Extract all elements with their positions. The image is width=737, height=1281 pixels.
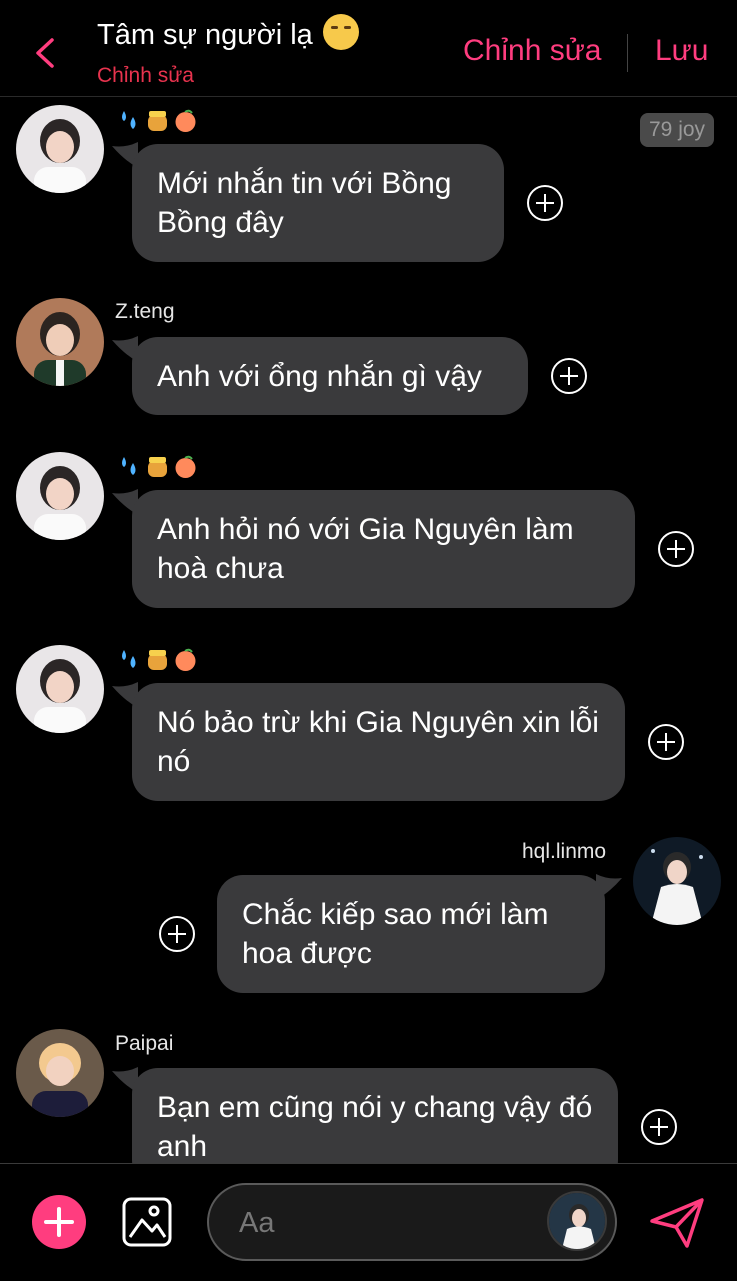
add-reaction-icon[interactable] xyxy=(159,916,195,952)
peach-icon xyxy=(175,648,196,671)
chat-title-text: Tâm sự người lạ xyxy=(97,19,313,51)
edit-button[interactable]: Chỉnh sửa xyxy=(463,34,602,68)
chevron-left-icon[interactable] xyxy=(30,36,58,70)
sweat-droplets-icon xyxy=(122,457,136,475)
sweat-droplets-icon xyxy=(122,111,136,129)
image-icon[interactable] xyxy=(121,1196,173,1248)
message-bubble[interactable]: Anh với ổng nhắn gì vậy xyxy=(132,337,528,415)
emoji-badges xyxy=(117,647,198,672)
sender-name: Paipai xyxy=(115,1032,174,1055)
message-bubble[interactable]: Nó bảo trừ khi Gia Nguyên xin lỗi nó xyxy=(132,683,625,801)
sender-name: Z.teng xyxy=(115,300,175,323)
chat-subtitle[interactable]: Chỉnh sửa xyxy=(97,64,194,88)
avatar[interactable] xyxy=(16,452,104,540)
peach-icon xyxy=(175,455,196,478)
honey-pot-icon xyxy=(148,457,167,477)
message-bubble[interactable]: Chắc kiếp sao mới làm hoa được xyxy=(217,875,605,993)
sweat-droplets-icon xyxy=(122,650,136,668)
add-reaction-icon[interactable] xyxy=(551,358,587,394)
points-badge: 79 joy xyxy=(640,113,715,147)
chat-header: Tâm sự người lạ Chỉnh sửa Chỉnh sửa Lưu xyxy=(0,0,737,97)
message-input-box[interactable] xyxy=(207,1183,617,1261)
sender-name: hql.linmo xyxy=(522,840,607,863)
avatar[interactable] xyxy=(16,1029,104,1117)
emoji-badges xyxy=(117,108,198,133)
send-icon[interactable] xyxy=(649,1197,705,1249)
avatar[interactable] xyxy=(633,837,721,925)
sticker-avatar[interactable] xyxy=(547,1191,607,1251)
emoji-badges xyxy=(117,454,198,479)
plus-circle-icon[interactable] xyxy=(31,1194,87,1250)
header-divider xyxy=(627,34,628,72)
avatar[interactable] xyxy=(16,645,104,733)
add-reaction-icon[interactable] xyxy=(641,1109,677,1145)
honey-pot-icon xyxy=(148,650,167,670)
chat-title: Tâm sự người lạ xyxy=(97,14,359,52)
smiling-face-icon xyxy=(322,14,359,50)
peach-icon xyxy=(175,109,196,132)
add-reaction-icon[interactable] xyxy=(527,185,563,221)
message-bubble[interactable]: Anh hỏi nó với Gia Nguyên làm hoà chưa xyxy=(132,490,635,608)
add-reaction-icon[interactable] xyxy=(648,724,684,760)
add-reaction-icon[interactable] xyxy=(658,531,694,567)
avatar[interactable] xyxy=(16,105,104,193)
save-button[interactable]: Lưu xyxy=(655,34,708,68)
avatar[interactable] xyxy=(16,298,104,386)
message-input[interactable] xyxy=(237,1203,541,1243)
honey-pot-icon xyxy=(148,111,167,131)
message-bubble[interactable]: Mới nhắn tin với Bồng Bồng đây xyxy=(132,144,504,262)
